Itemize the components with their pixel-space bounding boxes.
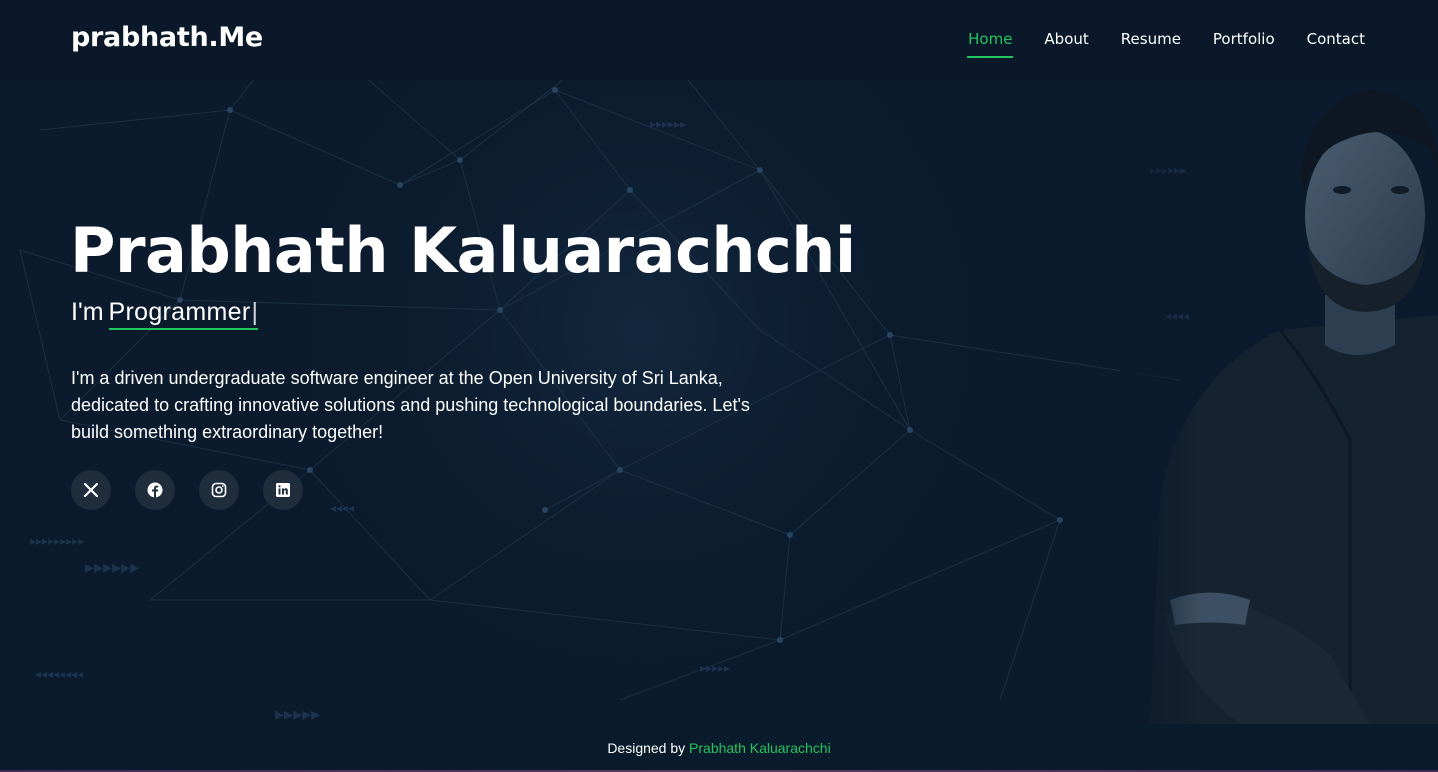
typed-role-text: Programmer| (108, 298, 259, 330)
linkedin-icon (276, 483, 290, 497)
profile-portrait-image (1120, 80, 1438, 724)
social-link-x[interactable] (71, 470, 111, 510)
footer-prefix: Designed by (607, 740, 686, 756)
nav-item-about[interactable]: About (1044, 30, 1088, 58)
social-link-instagram[interactable] (199, 470, 239, 510)
social-link-linkedin[interactable] (263, 470, 303, 510)
hero-description: I'm a driven undergraduate software engi… (71, 368, 750, 442)
site-footer: Designed by Prabhath Kaluarachchi (0, 724, 1438, 772)
social-links (71, 470, 303, 510)
site-logo[interactable]: prabhath.Me (71, 22, 263, 53)
x-twitter-icon (83, 482, 99, 498)
hero-role-line: I'm Programmer| (71, 298, 259, 330)
nav-item-portfolio[interactable]: Portfolio (1213, 30, 1275, 58)
footer-author-link[interactable]: Prabhath Kaluarachchi (689, 740, 831, 756)
svg-text:▸▸▸▸▸▸: ▸▸▸▸▸▸ (650, 117, 686, 131)
typed-role-word: Programmer (108, 298, 251, 326)
nav-item-home[interactable]: Home (967, 30, 1014, 58)
role-prefix: I'm (71, 298, 104, 326)
facebook-icon (147, 482, 163, 498)
site-header: prabhath.Me Home About Resume Portfolio … (0, 0, 1438, 80)
nav-item-contact[interactable]: Contact (1307, 30, 1365, 58)
svg-text:▸▸▸▸▸▸: ▸▸▸▸▸▸ (85, 557, 139, 578)
social-link-facebook[interactable] (135, 470, 175, 510)
typing-cursor: | (251, 298, 259, 326)
nav-item-resume[interactable]: Resume (1121, 30, 1181, 58)
svg-text:▸▸▸▸▸: ▸▸▸▸▸ (700, 661, 730, 675)
instagram-icon (211, 482, 227, 498)
svg-text:◂◂◂◂: ◂◂◂◂ (330, 501, 354, 515)
svg-text:▸▸▸▸▸: ▸▸▸▸▸ (275, 704, 320, 724)
main-nav: Home About Resume Portfolio Contact (967, 30, 1365, 58)
svg-text:◂◂◂◂◂◂◂◂: ◂◂◂◂◂◂◂◂ (35, 667, 83, 681)
hero-name-heading: Prabhath Kaluarachchi (70, 214, 856, 287)
portfolio-page: ▸▸▸▸▸▸ ▸▸▸▸▸▸ ◂◂◂◂ ◂◂◂◂ ▸▸▸▸▸▸▸▸▸ ▸▸▸▸▸▸… (0, 0, 1438, 772)
svg-text:▸▸▸▸▸▸▸▸▸: ▸▸▸▸▸▸▸▸▸ (30, 534, 84, 548)
